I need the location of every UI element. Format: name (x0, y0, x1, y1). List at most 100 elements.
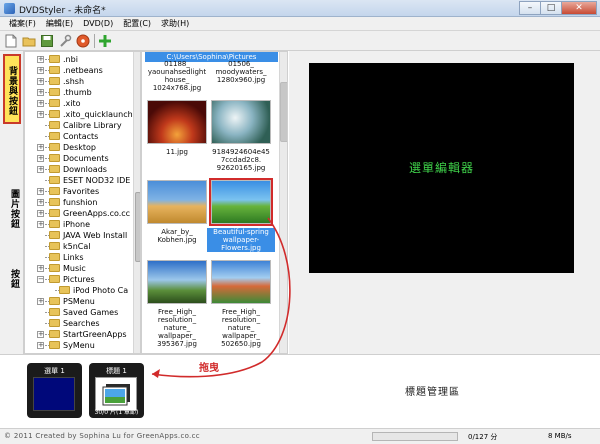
tree-row[interactable]: + .netbeans (25, 65, 134, 76)
tree-expander-icon[interactable]: + (37, 199, 44, 206)
tree-item-label: Favorites (63, 187, 100, 196)
tree-expander-icon[interactable]: + (37, 144, 44, 151)
tree-row[interactable]: Saved Games (25, 307, 134, 318)
tree-expander-icon[interactable]: + (37, 210, 44, 217)
tree-expander-icon[interactable]: + (37, 342, 44, 349)
menu-thumbnail[interactable]: 選單 1 (27, 363, 82, 418)
tree-item-label: Pictures (63, 275, 95, 284)
tree-row[interactable]: + Downloads (25, 164, 134, 175)
maximize-button[interactable]: □ (540, 1, 562, 15)
tree-row[interactable]: + SyMenu (25, 340, 134, 351)
settings-icon[interactable] (58, 34, 72, 48)
tree-row[interactable]: + .shsh (25, 76, 134, 87)
new-icon[interactable] (4, 34, 18, 48)
tab-backgrounds-buttons-label: 背景與按鈕 (7, 65, 17, 116)
gallery-thumbnail[interactable] (209, 178, 273, 226)
tab-backgrounds-buttons[interactable]: 背景與按鈕 (3, 54, 21, 124)
tree-row[interactable]: Searches (25, 318, 134, 329)
burn-speed: 8 MB/s (548, 432, 572, 440)
tree-scrollbar[interactable] (133, 52, 140, 353)
title-thumbnail-sub: 30/0 片(1 章節) (94, 409, 139, 416)
tree-expander-icon[interactable]: + (37, 331, 44, 338)
open-icon[interactable] (22, 34, 36, 48)
tree-expander-icon[interactable]: + (37, 155, 44, 162)
tree-item-label: .nbi (63, 55, 78, 64)
tree-row[interactable]: + .nbi (25, 54, 134, 65)
tab-image-buttons[interactable]: 圖片按鈕 (3, 179, 21, 239)
gallery-thumbnail[interactable] (147, 180, 207, 224)
gallery-thumbnail[interactable] (211, 100, 271, 144)
tree-row[interactable]: + StartGreenApps (25, 329, 134, 340)
tree-expander-icon[interactable]: − (37, 276, 44, 283)
gallery-caption: Beautiful-spring wallpaper- Flowers.jpg (207, 228, 275, 252)
burn-icon[interactable] (76, 34, 90, 48)
gallery-thumbnail[interactable] (147, 100, 207, 144)
tree-expander-icon[interactable]: + (37, 166, 44, 173)
tree-row[interactable]: Calibre Library (25, 120, 134, 131)
tree-row[interactable]: + PSMenu (25, 296, 134, 307)
folder-icon (49, 154, 60, 162)
directory-tree[interactable]: + .nbi + .netbeans + .shsh + .thumb + .xito + .xito… (24, 51, 141, 354)
tab-buttons-label: 按鈕 (9, 269, 19, 289)
menu-dvd[interactable]: DVD(D) (78, 17, 118, 30)
tree-row[interactable]: + Music (25, 263, 134, 274)
tree-row[interactable]: Links (25, 252, 134, 263)
tree-item-label: ESET NOD32 IDE (63, 176, 131, 185)
image-gallery[interactable]: C:\Users\Sophina\Pictures 01188_ yaounah… (141, 51, 288, 354)
gallery-scrollbar-thumb[interactable] (280, 82, 287, 142)
tree-expander-icon[interactable]: + (37, 100, 44, 107)
tree-expander-icon[interactable]: + (37, 67, 44, 74)
folder-icon (49, 275, 60, 283)
tree-row[interactable]: k5nCal (25, 241, 134, 252)
tree-expander-icon[interactable]: + (37, 188, 44, 195)
tree-item-label: JAVA Web Install (63, 231, 128, 240)
tab-buttons[interactable]: 按鈕 (3, 259, 21, 299)
folder-icon (59, 286, 70, 294)
tree-expander-icon[interactable]: + (37, 265, 44, 272)
tree-row[interactable]: + iPhone (25, 219, 134, 230)
tree-expander-icon[interactable]: + (37, 298, 44, 305)
tree-expander-icon[interactable]: + (37, 89, 44, 96)
menu-help[interactable]: 求助(H) (156, 17, 194, 30)
gallery-thumbnail[interactable] (147, 260, 207, 304)
menu-edit[interactable]: 編輯(E) (41, 17, 78, 30)
tree-row[interactable]: Contacts (25, 131, 134, 142)
tree-row[interactable]: − Pictures (25, 274, 134, 285)
tree-item-label: funshion (63, 198, 98, 207)
title-thumbnail[interactable]: 標題 1 30/0 片(1 章節) (89, 363, 144, 418)
tree-row[interactable]: + Favorites (25, 186, 134, 197)
tree-expander-icon[interactable]: + (37, 78, 44, 85)
tree-expander-icon[interactable]: + (37, 221, 44, 228)
tree-item-label: k5nCal (63, 242, 91, 251)
tree-row[interactable]: + .xito_quicklaunch (25, 109, 134, 120)
menu-file[interactable]: 檔案(F) (4, 17, 41, 30)
app-icon (4, 3, 15, 14)
tree-expander-icon[interactable]: + (37, 111, 44, 118)
tree-expander-icon[interactable]: + (37, 56, 44, 63)
drag-annotation: 拖曳 (199, 363, 219, 374)
tree-item-label: Contacts (63, 132, 99, 141)
toolbar (0, 31, 600, 51)
add-icon[interactable] (98, 34, 112, 48)
menu-preview[interactable]: 選單編輯器 (309, 63, 574, 273)
tree-row[interactable]: ESET NOD32 IDE (25, 175, 134, 186)
gallery-thumbnail[interactable] (211, 260, 271, 304)
tree-item-label: .thumb (63, 88, 92, 97)
gallery-scrollbar[interactable] (279, 52, 287, 353)
close-button[interactable]: ✕ (561, 1, 597, 15)
tree-row[interactable]: JAVA Web Install (25, 230, 134, 241)
tree-row[interactable]: + GreenApps.co.cc (25, 208, 134, 219)
side-tabs: 背景與按鈕 圖片按鈕 按鈕 (0, 51, 24, 354)
menu-thumbnail-screen (33, 377, 75, 411)
tree-row[interactable]: + funshion (25, 197, 134, 208)
tree-row[interactable]: + Documents (25, 153, 134, 164)
progress-bar (372, 432, 458, 441)
tree-row[interactable]: + Desktop (25, 142, 134, 153)
tree-item-label: Saved Games (63, 308, 119, 317)
tree-row[interactable]: + .xito (25, 98, 134, 109)
tree-row[interactable]: + .thumb (25, 87, 134, 98)
minimize-button[interactable]: – (519, 1, 541, 15)
tree-row[interactable]: iPod Photo Ca (25, 285, 134, 296)
save-icon[interactable] (40, 34, 54, 48)
menu-config[interactable]: 配置(C) (118, 17, 156, 30)
